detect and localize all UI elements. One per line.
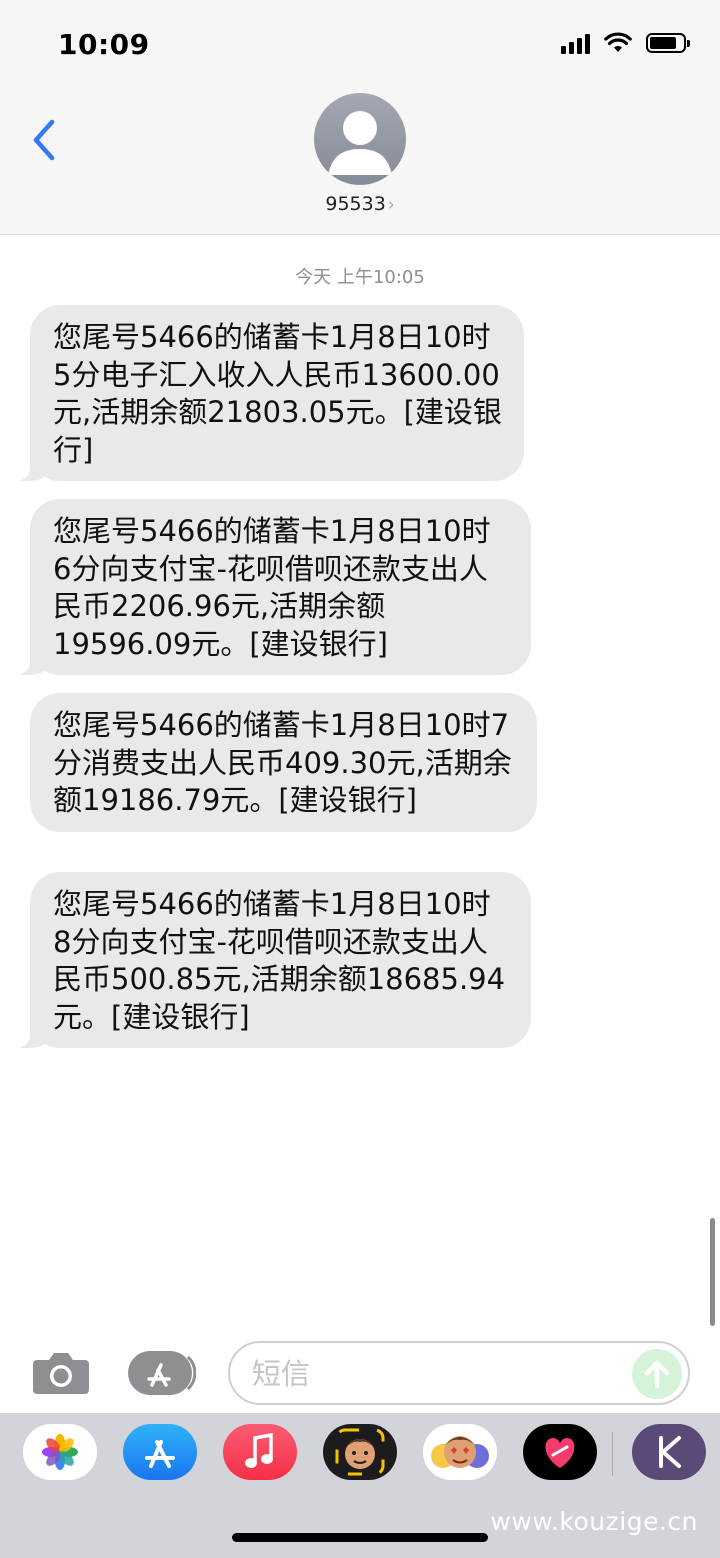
conversation-header: 10:09 95533 › xyxy=(0,0,720,235)
chevron-right-icon: › xyxy=(387,195,395,215)
music-note-glyph xyxy=(245,1432,273,1468)
send-button[interactable] xyxy=(632,1349,682,1399)
message-bubble[interactable]: 您尾号5466的储蓄卡1月8日10时7分消费支出人民币409.30元,活期余额1… xyxy=(30,693,537,832)
message-bubble[interactable]: 您尾号5466的储蓄卡1月8日10时6分向支付宝-花呗借呗还款支出人民币2206… xyxy=(16,499,531,675)
contact-avatar[interactable] xyxy=(314,93,406,185)
app-store-glyph xyxy=(145,1440,175,1468)
k-glyph xyxy=(659,1436,681,1468)
message-bubble[interactable]: 您尾号5466的储蓄卡1月8日10时8分向支付宝-花呗借呗还款支出人民币500.… xyxy=(16,872,531,1048)
message-input-container[interactable] xyxy=(228,1341,690,1405)
message-text: 您尾号5466的储蓄卡1月8日10时6分向支付宝-花呗借呗还款支出人民币2206… xyxy=(53,514,491,661)
arrow-up-icon xyxy=(644,1360,670,1389)
wifi-icon xyxy=(604,32,632,52)
home-indicator[interactable] xyxy=(232,1533,488,1542)
scrollbar[interactable] xyxy=(710,1218,715,1326)
cellular-signal-icon xyxy=(561,32,590,54)
message-text: 您尾号5466的储蓄卡1月8日10时7分消费支出人民币409.30元,活期余额1… xyxy=(53,708,512,817)
message-bubble[interactable]: 您尾号5466的储蓄卡1月8日10时5分电子汇入收入人民币13600.00元,活… xyxy=(16,305,524,481)
message-text: 您尾号5466的储蓄卡1月8日10时8分向支付宝-花呗借呗还款支出人民币500.… xyxy=(53,887,506,1034)
photos-flower-icon xyxy=(42,1434,78,1470)
person-silhouette-icon xyxy=(328,111,392,175)
music-icon[interactable] xyxy=(223,1424,297,1480)
status-icons xyxy=(561,32,690,54)
back-chevron-icon[interactable] xyxy=(28,116,68,164)
message-input[interactable] xyxy=(250,1355,634,1393)
contact-name-button[interactable]: 95533 › xyxy=(0,193,720,215)
memoji-face-glyph xyxy=(335,1428,385,1476)
message-timestamp: 今天 上午10:05 xyxy=(295,267,425,288)
memoji-icon[interactable] xyxy=(323,1424,397,1480)
message-text: 您尾号5466的储蓄卡1月8日10时5分电子汇入收入人民币13600.00元,活… xyxy=(53,320,502,467)
heart-glyph xyxy=(545,1438,575,1468)
status-time: 10:09 xyxy=(58,28,150,61)
app-store-apps-icon[interactable] xyxy=(128,1351,196,1395)
drawer-divider xyxy=(612,1432,613,1476)
battery-icon xyxy=(646,33,690,53)
digital-touch-icon[interactable] xyxy=(523,1424,597,1480)
app-store-icon[interactable] xyxy=(123,1424,197,1480)
camera-icon[interactable] xyxy=(33,1350,89,1394)
contact-name: 95533 xyxy=(325,193,386,215)
memoji-stickers-glyph xyxy=(431,1436,489,1468)
k-app-icon[interactable] xyxy=(632,1424,706,1480)
photos-icon[interactable] xyxy=(23,1424,97,1480)
watermark: www.kouzige.cn xyxy=(490,1507,698,1536)
memoji-stickers-icon[interactable] xyxy=(423,1424,497,1480)
